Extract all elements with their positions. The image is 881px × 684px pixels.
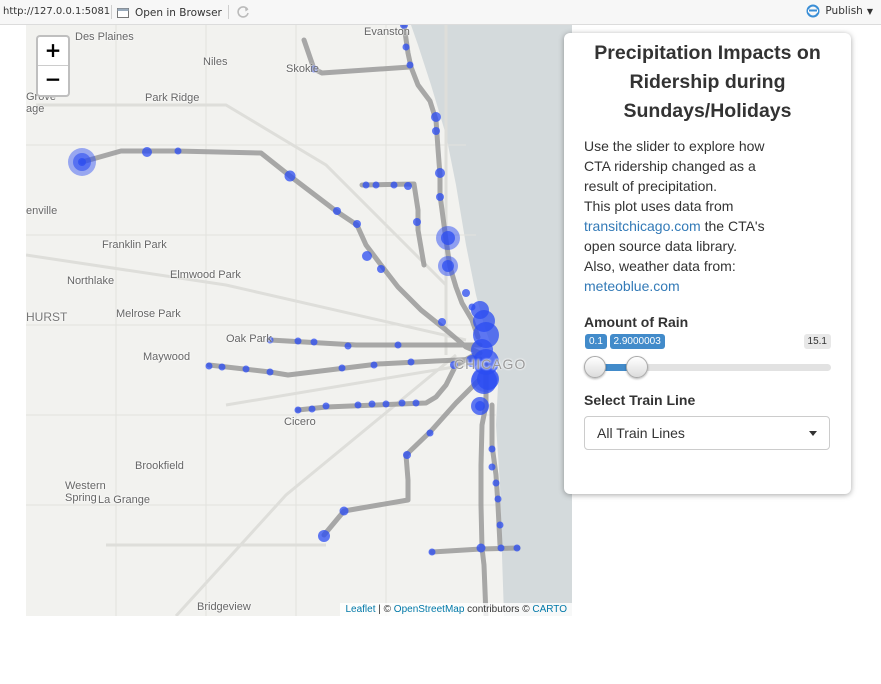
toolbar-divider <box>228 5 229 19</box>
rain-slider-label: Amount of Rain <box>584 314 689 330</box>
place-label: Melrose Park <box>116 308 181 320</box>
place-label: Elmwood Park <box>170 269 241 281</box>
slider-max-handle[interactable] <box>626 356 648 378</box>
slider-current-value: 2.9000003 <box>609 334 665 349</box>
place-label: age <box>26 103 45 115</box>
place-label: CHICAGO <box>454 356 527 372</box>
slider-min-value: 0.1 <box>585 334 607 349</box>
place-label: Western <box>65 480 106 492</box>
place-label: Skokie <box>286 63 320 75</box>
zoom-in-button[interactable]: + <box>38 37 68 66</box>
viewer-toolbar: http://127.0.0.1:5081 Open in Browser Pu… <box>0 0 881 25</box>
place-label: HURST <box>26 310 68 324</box>
place-label: Niles <box>203 56 228 68</box>
address-url[interactable]: http://127.0.0.1:5081 <box>3 6 110 17</box>
leaflet-link[interactable]: Leaflet <box>345 604 375 615</box>
slider-max-value: 15.1 <box>803 334 831 349</box>
transitchicago-link[interactable]: transitchicago.com <box>584 218 701 234</box>
open-in-browser-label: Open in Browser <box>135 6 222 19</box>
train-line-selected: All Train Lines <box>597 425 685 441</box>
place-label: Cicero <box>284 416 316 428</box>
attribution-text: | © <box>375 604 394 615</box>
panel-title: Precipitation Impacts on Ridership durin… <box>594 42 821 122</box>
chevron-down-icon: ▼ <box>866 6 873 16</box>
train-line-select[interactable]: All Train Lines <box>584 416 830 450</box>
zoom-control: + − <box>36 35 70 97</box>
meteoblue-link[interactable]: meteoblue.com <box>584 278 680 294</box>
place-label: Bridgeview <box>197 601 251 613</box>
attribution-text: contributors © <box>464 604 533 615</box>
place-label: Franklin Park <box>102 239 167 251</box>
open-in-browser-button[interactable]: Open in Browser <box>117 4 222 21</box>
description-text: This plot uses data from <box>584 198 734 214</box>
rain-slider[interactable]: 0.1 2.9000003 15.1 <box>584 334 831 378</box>
browser-window-icon <box>117 7 129 18</box>
place-label: enville <box>26 205 58 217</box>
publish-icon <box>806 4 820 18</box>
place-label: Evanston <box>364 26 410 38</box>
place-label: La Grange <box>98 494 150 506</box>
publish-button[interactable]: Publish ▼ <box>805 4 873 18</box>
refresh-icon[interactable] <box>235 4 251 20</box>
slider-min-handle[interactable] <box>584 356 606 378</box>
description-text: Use the slider to explore how CTA riders… <box>584 138 765 194</box>
publish-label: Publish <box>825 5 863 17</box>
chevron-down-icon <box>809 430 817 436</box>
place-label: Park Ridge <box>145 92 200 104</box>
place-label: Oak Park <box>226 333 272 345</box>
place-label: Maywood <box>143 351 191 363</box>
place-label: Spring <box>65 492 97 504</box>
leaflet-map[interactable]: Des Plaines Evanston Niles Skokie Grove … <box>26 25 572 616</box>
osm-link[interactable]: OpenStreetMap <box>394 604 465 615</box>
basemap <box>26 25 572 616</box>
panel-description: Use the slider to explore how CTA riders… <box>584 136 784 296</box>
zoom-out-button[interactable]: − <box>38 66 68 95</box>
description-text: Also, weather data from: <box>584 258 736 274</box>
map-attribution: Leaflet | © OpenStreetMap contributors ©… <box>340 603 572 616</box>
train-line-label: Select Train Line <box>584 392 696 408</box>
place-label: Des Plaines <box>75 31 134 43</box>
control-panel: Precipitation Impacts on Ridership durin… <box>564 33 851 494</box>
place-label: Northlake <box>67 275 115 287</box>
place-label: Brookfield <box>135 460 184 472</box>
carto-link[interactable]: CARTO <box>532 604 567 615</box>
toolbar-divider <box>111 5 112 19</box>
